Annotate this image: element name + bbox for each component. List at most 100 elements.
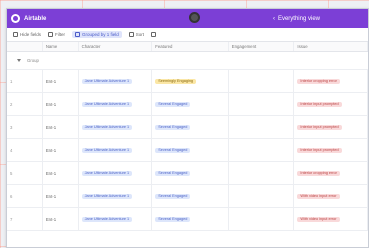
- more-button[interactable]: [151, 32, 157, 37]
- header-character[interactable]: Character: [79, 42, 153, 51]
- engagement-cell[interactable]: [229, 93, 295, 115]
- character-chip: Jane Ultimate Adventure 1: [81, 193, 133, 199]
- row-number: 3: [7, 116, 43, 138]
- issue-chip: Interior cropping error: [297, 170, 340, 176]
- character-chip: Jane Ultimate Adventure 1: [81, 78, 133, 84]
- records-grid: Name Character Featured Engagement Issue…: [7, 42, 368, 231]
- header-featured[interactable]: Featured: [152, 42, 229, 51]
- issue-chip: With video input error: [297, 193, 340, 199]
- character-cell[interactable]: Jane Ultimate Adventure 1: [79, 70, 153, 92]
- group-header[interactable]: Group: [7, 52, 368, 70]
- row-number: 7: [7, 208, 43, 230]
- featured-chip: Several Engaged: [155, 193, 191, 199]
- table-row[interactable]: 4 Ent-1 Jane Ultimate Adventure 1 Several E…: [7, 139, 368, 162]
- featured-cell[interactable]: Several Engaged: [152, 116, 229, 138]
- featured-chip: Seemingly Engaging: [155, 78, 197, 84]
- featured-cell[interactable]: Several Engaged: [152, 162, 229, 184]
- character-chip: Jane Ultimate Adventure 1: [81, 147, 133, 153]
- table-row[interactable]: 3 Ent-1 Jane Ultimate Adventure 1 Several E…: [7, 116, 368, 139]
- row-number: 4: [7, 139, 43, 161]
- character-cell[interactable]: Jane Ultimate Adventure 1: [79, 208, 153, 230]
- featured-cell[interactable]: Several Engaged: [152, 185, 229, 207]
- featured-cell[interactable]: Several Engaged: [152, 139, 229, 161]
- character-cell[interactable]: Jane Ultimate Adventure 1: [79, 185, 153, 207]
- character-cell[interactable]: Jane Ultimate Adventure 1: [79, 116, 153, 138]
- table-row[interactable]: 1 Ent-1 Jane Ultimate Adventure 1 Seemingly…: [7, 70, 368, 93]
- row-number: 2: [7, 93, 43, 115]
- issue-cell[interactable]: With video input error: [294, 185, 368, 207]
- issue-chip: With video input error: [297, 216, 340, 222]
- group-button[interactable]: Grouped by 1 field: [72, 31, 122, 38]
- engagement-cell[interactable]: [229, 116, 295, 138]
- app-logo[interactable]: Airtable: [11, 14, 46, 23]
- engagement-cell[interactable]: [229, 139, 295, 161]
- drag-handle[interactable]: [189, 12, 200, 23]
- group-label: Grouped by 1 field: [82, 32, 119, 37]
- logo-icon: [11, 14, 20, 23]
- featured-chip: Several Engaged: [155, 147, 191, 153]
- caret-down-icon: [17, 59, 21, 62]
- issue-cell[interactable]: Interior input prompted: [294, 139, 368, 161]
- featured-chip: Several Engaged: [155, 124, 191, 130]
- filter-icon: [48, 32, 54, 37]
- header-issue[interactable]: Issue: [294, 42, 368, 51]
- top-bar: Airtable ‹ Everything view: [7, 9, 368, 28]
- filter-button[interactable]: Filter: [48, 32, 65, 37]
- engagement-cell[interactable]: [229, 70, 295, 92]
- hide-fields-label: Hide fields: [20, 32, 42, 37]
- engagement-cell[interactable]: [229, 185, 295, 207]
- issue-cell[interactable]: Interior cropping error: [294, 70, 368, 92]
- engagement-cell[interactable]: [229, 162, 295, 184]
- table-row[interactable]: 5 Ent-1 Jane Ultimate Adventure 1 Several E…: [7, 162, 368, 185]
- issue-cell[interactable]: With video input error: [294, 208, 368, 230]
- record-name[interactable]: Ent-1: [43, 139, 79, 161]
- view-name-label: Everything view: [277, 15, 320, 22]
- featured-chip: Several Engaged: [155, 170, 191, 176]
- sort-icon: [128, 32, 134, 37]
- chevron-left-icon: ‹: [272, 15, 275, 22]
- table-row[interactable]: 6 Ent-1 Jane Ultimate Adventure 1 Several E…: [7, 185, 368, 208]
- more-icon: [151, 32, 157, 37]
- record-name[interactable]: Ent-1: [43, 93, 79, 115]
- row-number: 5: [7, 162, 43, 184]
- issue-chip: Interior input prompted: [297, 101, 342, 107]
- sort-button[interactable]: Sort: [128, 32, 144, 37]
- character-cell[interactable]: Jane Ultimate Adventure 1: [79, 162, 153, 184]
- record-name[interactable]: Ent-1: [43, 116, 79, 138]
- featured-chip: Several Engaged: [155, 216, 191, 222]
- record-name[interactable]: Ent-1: [43, 208, 79, 230]
- table-row[interactable]: 2 Ent-1 Jane Ultimate Adventure 1 Several E…: [7, 93, 368, 116]
- issue-chip: Interior cropping error: [297, 78, 340, 84]
- character-cell[interactable]: Jane Ultimate Adventure 1: [79, 139, 153, 161]
- row-number: 1: [7, 70, 43, 92]
- hide-fields-button[interactable]: Hide fields: [13, 32, 41, 37]
- issue-cell[interactable]: Interior input prompted: [294, 93, 368, 115]
- view-switcher[interactable]: ‹ Everything view: [273, 16, 320, 22]
- engagement-cell[interactable]: [229, 208, 295, 230]
- group-icon: [75, 32, 81, 37]
- issue-cell[interactable]: Interior input prompted: [294, 116, 368, 138]
- header-name[interactable]: Name: [43, 42, 79, 51]
- record-name[interactable]: Ent-1: [43, 162, 79, 184]
- eye-icon: [13, 32, 18, 37]
- featured-cell[interactable]: Several Engaged: [152, 93, 229, 115]
- table-row[interactable]: 7 Ent-1 Jane Ultimate Adventure 1 Several E…: [7, 208, 368, 231]
- view-toolbar: Hide fields Filter Grouped by 1 field So…: [7, 28, 368, 42]
- record-name[interactable]: Ent-1: [43, 185, 79, 207]
- app-window: Airtable ‹ Everything view Hide fields F…: [6, 8, 369, 248]
- header-engagement[interactable]: Engagement: [229, 42, 295, 51]
- app-name: Airtable: [24, 15, 47, 22]
- row-number: 6: [7, 185, 43, 207]
- character-chip: Jane Ultimate Adventure 1: [81, 170, 133, 176]
- character-chip: Jane Ultimate Adventure 1: [81, 216, 133, 222]
- issue-cell[interactable]: Interior cropping error: [294, 162, 368, 184]
- character-chip: Jane Ultimate Adventure 1: [81, 124, 133, 130]
- featured-cell[interactable]: Seemingly Engaging: [152, 70, 229, 92]
- character-cell[interactable]: Jane Ultimate Adventure 1: [79, 93, 153, 115]
- featured-cell[interactable]: Several Engaged: [152, 208, 229, 230]
- record-name[interactable]: Ent-1: [43, 70, 79, 92]
- character-chip: Jane Ultimate Adventure 1: [81, 101, 133, 107]
- grid-rows: 1 Ent-1 Jane Ultimate Adventure 1 Seemingly…: [7, 70, 368, 231]
- featured-chip: Several Engaged: [155, 101, 191, 107]
- header-select-cell[interactable]: [7, 42, 43, 51]
